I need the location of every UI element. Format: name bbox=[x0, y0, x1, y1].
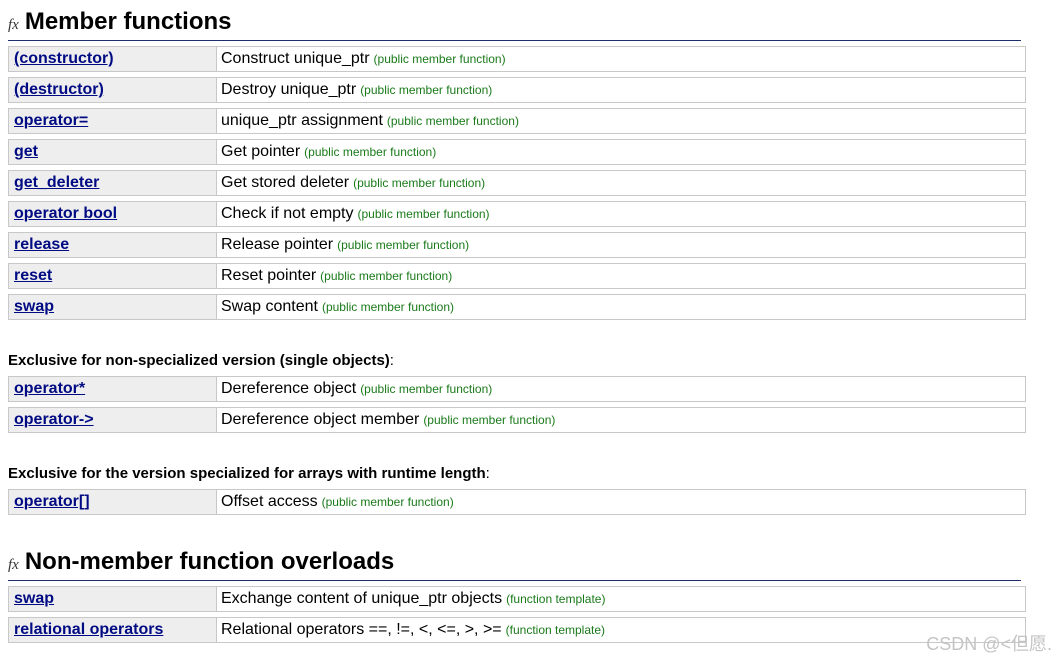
table-row: operator-> Dereference object member (pub… bbox=[8, 407, 1026, 433]
swap-nonmember-link[interactable]: swap bbox=[14, 590, 54, 608]
fx-icon: fx bbox=[8, 17, 19, 33]
row-kind: (public member function) bbox=[360, 83, 493, 97]
destructor-link[interactable]: (destructor) bbox=[14, 81, 104, 99]
row-kind: (public member function) bbox=[360, 382, 493, 396]
constructor-link[interactable]: (constructor) bbox=[14, 50, 114, 68]
table-row: (destructor) Destroy unique_ptr (public m… bbox=[8, 77, 1026, 103]
member-functions-table: (constructor) Construct unique_ptr (publi… bbox=[8, 46, 1026, 325]
reset-link[interactable]: reset bbox=[14, 267, 52, 285]
subheading-text: Exclusive for the version specialized fo… bbox=[8, 465, 486, 482]
get-link[interactable]: get bbox=[14, 143, 38, 161]
operator-deref-link[interactable]: operator* bbox=[14, 380, 85, 398]
nonmember-functions-table: swap Exchange content of unique_ptr obje… bbox=[8, 586, 1026, 648]
swap-link[interactable]: swap bbox=[14, 298, 54, 316]
table-row: operator* Dereference object (public memb… bbox=[8, 376, 1026, 402]
row-description: Relational operators ==, !=, <, <=, >, >… bbox=[221, 621, 502, 638]
fx-icon: fx bbox=[8, 557, 19, 573]
table-row: operator bool Check if not empty (public … bbox=[8, 201, 1026, 227]
row-description: Dereference object bbox=[221, 380, 357, 397]
row-kind: (function template) bbox=[506, 592, 606, 606]
row-kind: (public member function) bbox=[321, 300, 455, 314]
row-kind: (public member function) bbox=[337, 238, 470, 252]
arrays-heading: Exclusive for the version specialized fo… bbox=[8, 465, 490, 482]
row-kind: (public member function) bbox=[304, 145, 437, 159]
row-kind: (function template) bbox=[505, 623, 606, 637]
member-functions-header: fx Member functions bbox=[8, 8, 232, 36]
operator-bool-link[interactable]: operator bool bbox=[14, 205, 117, 223]
release-link[interactable]: release bbox=[14, 236, 69, 254]
operator-subscript-link[interactable]: operator[] bbox=[14, 493, 90, 511]
single-objects-heading: Exclusive for non-specialized version (s… bbox=[8, 352, 394, 369]
row-kind: (public member function) bbox=[373, 52, 506, 66]
row-kind: (public member function) bbox=[386, 114, 519, 128]
row-kind: (public member function) bbox=[353, 176, 486, 190]
table-row: (constructor) Construct unique_ptr (publi… bbox=[8, 46, 1026, 72]
section-title: Non-member function overloads bbox=[24, 548, 395, 575]
table-row: relational operators Relational operator… bbox=[8, 617, 1026, 643]
watermark: CSDN @<但愿. bbox=[926, 634, 1052, 654]
section-divider bbox=[8, 40, 1021, 41]
row-description: Construct unique_ptr bbox=[221, 50, 370, 67]
section-divider bbox=[8, 580, 1021, 581]
subheading-colon: : bbox=[485, 465, 490, 482]
row-description: unique_ptr assignment bbox=[221, 112, 383, 129]
nonmember-functions-header: fx Non-member function overloads bbox=[8, 548, 394, 576]
subheading-text: Exclusive for non-specialized version (s… bbox=[8, 352, 390, 369]
table-row: reset Reset pointer (public member functi… bbox=[8, 263, 1026, 289]
subheading-colon: : bbox=[389, 352, 394, 369]
table-row: operator[] Offset access (public member f… bbox=[8, 489, 1026, 515]
row-kind: (public member function) bbox=[321, 495, 454, 509]
row-description: Exchange content of unique_ptr objects bbox=[221, 590, 503, 607]
single-objects-table: operator* Dereference object (public memb… bbox=[8, 376, 1026, 438]
row-description: Swap content bbox=[221, 298, 318, 315]
row-description: Offset access bbox=[221, 493, 318, 510]
operator-assign-link[interactable]: operator= bbox=[14, 112, 88, 130]
table-row: swap Exchange content of unique_ptr obje… bbox=[8, 586, 1026, 612]
row-kind: (public member function) bbox=[357, 207, 490, 221]
row-kind: (public member function) bbox=[320, 269, 453, 283]
row-kind: (public member function) bbox=[423, 413, 556, 427]
table-row: get Get pointer (public member function) bbox=[8, 139, 1026, 165]
row-description: Get pointer bbox=[221, 143, 301, 160]
row-description: Dereference object member bbox=[221, 411, 420, 428]
row-description: Check if not empty bbox=[221, 205, 354, 222]
operator-arrow-link[interactable]: operator-> bbox=[14, 411, 94, 429]
row-description: Destroy unique_ptr bbox=[221, 81, 357, 98]
table-row: swap Swap content (public member function… bbox=[8, 294, 1026, 320]
section-title: Member functions bbox=[24, 8, 232, 35]
row-description: Release pointer bbox=[221, 236, 334, 253]
row-description: Get stored deleter bbox=[221, 174, 350, 191]
row-description: Reset pointer bbox=[221, 267, 317, 284]
table-row: get_deleter Get stored deleter (public me… bbox=[8, 170, 1026, 196]
relational-operators-link[interactable]: relational operators bbox=[14, 621, 163, 639]
table-row: release Release pointer (public member fu… bbox=[8, 232, 1026, 258]
get-deleter-link[interactable]: get_deleter bbox=[14, 174, 99, 192]
arrays-table: operator[] Offset access (public member f… bbox=[8, 489, 1026, 520]
table-row: operator= unique_ptr assignment (public m… bbox=[8, 108, 1026, 134]
